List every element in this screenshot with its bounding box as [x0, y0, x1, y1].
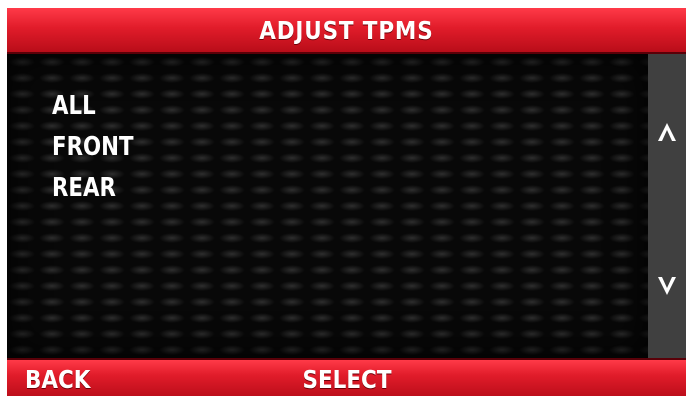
- device-screen: ADJUST TPMS ALL FRONT REAR BACK SELECT: [7, 8, 686, 396]
- menu-item-front[interactable]: FRONT: [52, 127, 134, 168]
- arrow-up-icon: [658, 123, 676, 141]
- select-button[interactable]: SELECT: [278, 360, 416, 396]
- menu-item-all[interactable]: ALL: [52, 86, 134, 127]
- scroll-up-button[interactable]: [648, 112, 686, 152]
- screen-title: ADJUST TPMS: [259, 15, 434, 45]
- back-button[interactable]: BACK: [25, 360, 90, 396]
- scroll-down-button[interactable]: [648, 266, 686, 306]
- title-bar: ADJUST TPMS: [7, 8, 686, 54]
- menu-list: ALL FRONT REAR: [52, 86, 151, 209]
- soft-key-bar: BACK SELECT: [7, 358, 686, 396]
- menu-panel: ALL FRONT REAR: [7, 54, 648, 358]
- arrow-down-icon: [658, 277, 676, 295]
- scroll-column: [648, 54, 686, 358]
- menu-item-rear[interactable]: REAR: [52, 168, 134, 209]
